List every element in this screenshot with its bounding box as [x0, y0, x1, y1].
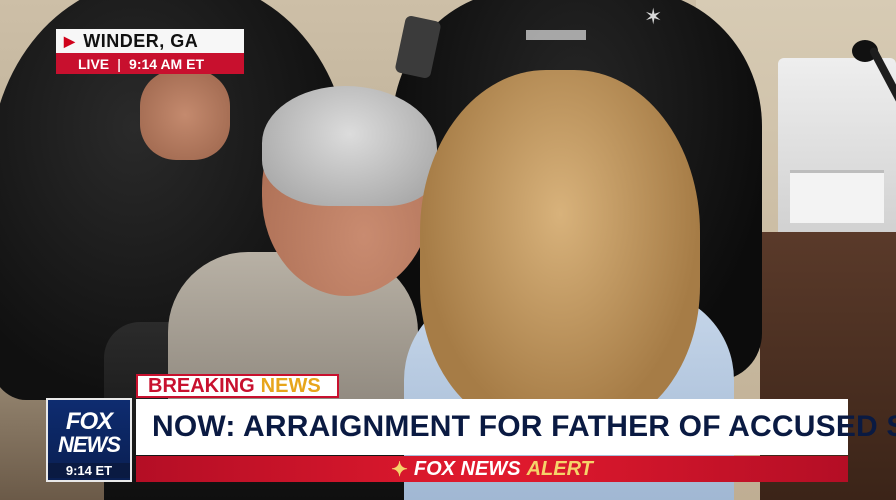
- headline-bar: NOW: ARRAIGNMENT FOR FATHER OF ACCUSED S…: [136, 399, 896, 455]
- location-row: ▶ WINDER, GA: [56, 29, 244, 53]
- location-text: WINDER, GA: [83, 30, 199, 51]
- news-broadcast-frame: ✶ ▶ WINDER, GA LIVE | 9:14 AM ET FOX NEW…: [0, 0, 896, 500]
- logo-time: 9:14 ET: [48, 463, 130, 478]
- officer-name-tag: [526, 30, 586, 40]
- live-time: 9:14 AM ET: [129, 55, 204, 72]
- sheriff-star-icon: ✶: [644, 4, 663, 29]
- headline-text: NOW: ARRAIGNMENT FOR FATHER OF ACCUSED S…: [152, 410, 896, 443]
- live-row: LIVE | 9:14 AM ET: [56, 53, 244, 74]
- logo-line1: FOX: [65, 408, 113, 435]
- location-live-bug: ▶ WINDER, GA LIVE | 9:14 AM ET: [56, 29, 244, 74]
- alert-brand: FOX NEWS: [413, 457, 521, 480]
- printer-tray: [790, 170, 884, 223]
- fox-logo-mark-icon: ✦: [391, 458, 408, 481]
- live-label: LIVE: [78, 55, 110, 72]
- attorney-hair: [420, 70, 700, 430]
- shoulder-patch-icon: [394, 14, 442, 80]
- fox-news-alert-bar: ✦ FOX NEWS ALERT: [136, 456, 848, 482]
- breaking-news-tag: BREAKING NEWS: [136, 374, 339, 398]
- logo-line2: NEWS: [58, 432, 121, 457]
- separator: |: [117, 55, 122, 72]
- breaking-news-text: BREAKING NEWS: [136, 374, 339, 398]
- breaking-word: BREAKING: [148, 374, 255, 397]
- news-word: NEWS: [260, 374, 321, 397]
- printer: [778, 58, 896, 246]
- play-arrow-icon: ▶: [64, 32, 76, 49]
- fox-news-logo: FOX NEWS 9:14 ET: [46, 398, 132, 482]
- defendant-hair: [262, 86, 437, 206]
- alert-label: ALERT: [526, 457, 593, 480]
- officer-hands: [140, 70, 230, 160]
